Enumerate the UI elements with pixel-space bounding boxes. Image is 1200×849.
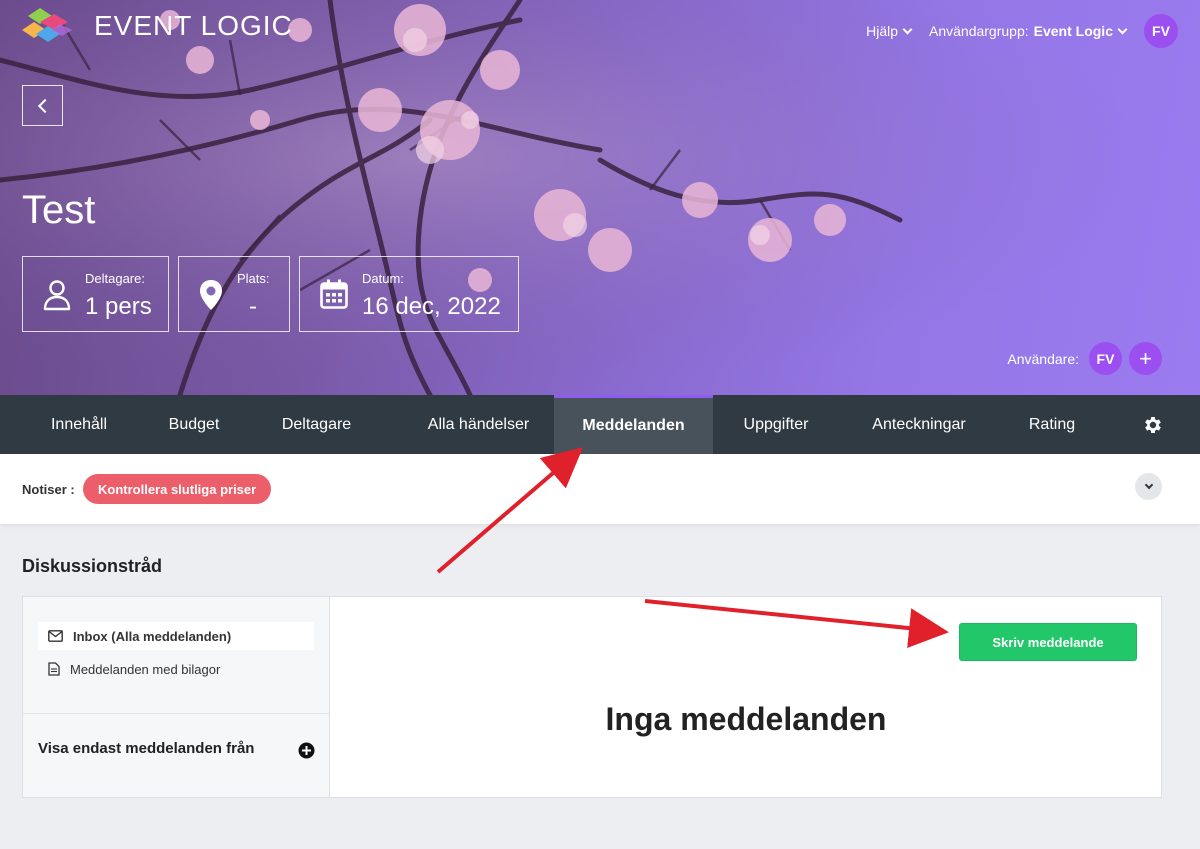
chevron-down-icon — [1117, 24, 1128, 34]
chevron-down-icon — [902, 24, 913, 34]
stat-location: Plats: - — [178, 256, 290, 332]
plus-circle-icon[interactable] — [298, 742, 315, 759]
tab-innehall[interactable]: Innehåll — [0, 395, 158, 454]
discussion-sidebar: Inbox (Alla meddelanden) Meddelanden med… — [23, 597, 330, 797]
top-navigation: Hjälp Användargrupp: Event Logic FV — [866, 14, 1178, 48]
event-title: Test — [22, 188, 96, 232]
help-label: Hjälp — [866, 23, 898, 39]
stat-label: Datum: — [362, 271, 404, 286]
usergroup-label: Användargrupp: — [929, 23, 1029, 39]
brand-name: EVENT LOGIC — [94, 10, 293, 41]
tab-alla-handelser[interactable]: Alla händelser — [403, 395, 554, 454]
stat-date: Datum: 16 dec, 2022 — [299, 256, 519, 332]
stat-value: 16 dec, 2022 — [362, 293, 501, 320]
add-user-button[interactable]: + — [1129, 342, 1162, 375]
back-button[interactable] — [22, 85, 63, 126]
chevron-down-icon — [1144, 480, 1153, 490]
tab-deltagare[interactable]: Deltagare — [230, 395, 403, 454]
tab-uppgifter[interactable]: Uppgifter — [713, 395, 839, 454]
discussion-panel: Inbox (Alla meddelanden) Meddelanden med… — [22, 596, 1162, 798]
stat-value: - — [249, 293, 257, 320]
tab-anteckningar[interactable]: Anteckningar — [839, 395, 999, 454]
tab-budget[interactable]: Budget — [158, 395, 230, 454]
usergroup-value: Event Logic — [1033, 23, 1113, 39]
sidebar-item-label: Inbox (Alla meddelanden) — [73, 628, 232, 644]
event-hero: EVENT LOGIC Hjälp Användargrupp: Event L… — [0, 0, 1200, 395]
event-users: Användare: FV + — [1007, 342, 1162, 375]
stat-participants: Deltagare: 1 pers — [22, 256, 169, 332]
notices-bar: Notiser : Kontrollera slutliga priser — [0, 454, 1200, 524]
empty-state: Inga meddelanden — [605, 701, 887, 737]
document-icon — [48, 662, 60, 676]
filter-from-label: Visa endast meddelanden från — [38, 740, 255, 757]
write-message-button[interactable]: Skriv meddelande — [959, 623, 1137, 661]
tab-meddelanden[interactable]: Meddelanden — [554, 395, 713, 454]
stat-label: Plats: — [237, 271, 270, 286]
notice-pill[interactable]: Kontrollera slutliga priser — [83, 474, 272, 504]
logo-mark-icon — [22, 8, 74, 44]
stat-value: 1 pers — [85, 293, 152, 320]
stat-label: Deltagare: — [85, 271, 145, 286]
sidebar-item-label: Meddelanden med bilagor — [70, 661, 221, 677]
tab-rating[interactable]: Rating — [999, 395, 1105, 454]
chevron-left-icon — [37, 98, 52, 113]
help-menu[interactable]: Hjälp — [866, 23, 913, 39]
section-title: Diskussionstråd — [22, 556, 163, 576]
calendar-icon — [320, 279, 348, 309]
sidebar-item-attachments[interactable]: Meddelanden med bilagor — [38, 655, 314, 683]
envelope-icon — [48, 630, 63, 642]
brand-logo[interactable]: EVENT LOGIC — [22, 8, 293, 44]
location-pin-icon — [200, 280, 222, 310]
usergroup-menu[interactable]: Användargrupp: Event Logic — [929, 23, 1128, 39]
sidebar-item-inbox[interactable]: Inbox (Alla meddelanden) — [38, 622, 314, 650]
users-label: Användare: — [1007, 350, 1079, 367]
settings-button[interactable] — [1105, 395, 1200, 454]
collapse-notices-button[interactable] — [1135, 473, 1162, 500]
divider — [23, 713, 329, 714]
cherry-blossom-background — [0, 0, 1200, 395]
gear-icon — [1144, 416, 1161, 433]
user-avatar[interactable]: FV — [1144, 14, 1178, 48]
event-tabs: Innehåll Budget Deltagare Alla händelser… — [0, 395, 1200, 454]
person-icon — [43, 280, 71, 311]
event-user-avatar[interactable]: FV — [1089, 342, 1122, 375]
notices-label: Notiser : — [22, 482, 75, 497]
